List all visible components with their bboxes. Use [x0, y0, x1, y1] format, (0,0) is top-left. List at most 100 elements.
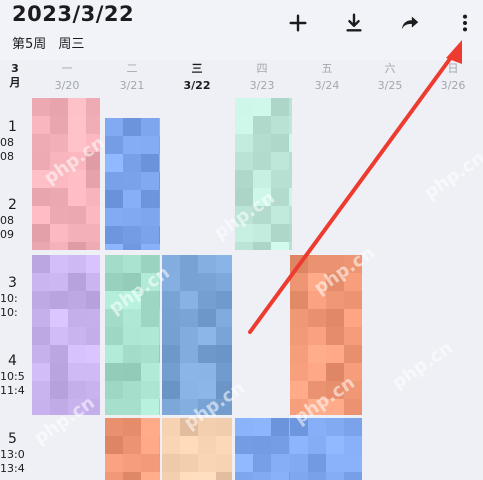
period-end: 10: [0, 306, 18, 319]
mosaic-tile [123, 208, 141, 226]
period-end: 08 [0, 150, 14, 163]
mosaic-tile [50, 206, 68, 224]
mosaic-tile [105, 436, 123, 454]
mosaic-tile [32, 273, 50, 291]
mosaic-tile [253, 152, 271, 170]
day-column-header-sat[interactable]: 六 3/25 [360, 62, 420, 94]
mosaic-tile [141, 309, 159, 327]
mosaic-tile [326, 454, 344, 472]
mosaic-tile [162, 345, 180, 363]
mosaic-tile [180, 436, 198, 454]
day-date: 3/21 [119, 79, 145, 92]
day-column-header-thu[interactable]: 四 3/23 [232, 62, 292, 94]
download-icon[interactable] [341, 10, 367, 36]
mosaic-tile [216, 472, 232, 480]
mosaic-tile [141, 190, 159, 208]
mosaic-tile [50, 381, 68, 399]
mosaic-tile [271, 224, 289, 242]
mosaic-tile [32, 381, 50, 399]
mosaic-tile [50, 255, 68, 273]
mosaic-tile [32, 224, 50, 242]
mosaic-tile [271, 242, 289, 250]
mosaic-tile [68, 206, 86, 224]
mosaic-tile [162, 454, 180, 472]
mosaic-tile [253, 170, 271, 188]
mosaic-tile [289, 224, 292, 242]
mosaic-tile [141, 226, 159, 244]
mosaic-tile [290, 454, 308, 472]
mosaic-tile [235, 454, 253, 472]
mosaic-tile [68, 224, 86, 242]
mosaic-tile [271, 98, 289, 116]
mosaic-tile [289, 116, 292, 134]
mosaic-tile [159, 436, 160, 454]
day-date: 3/22 [183, 79, 211, 92]
mosaic-tile [68, 242, 86, 250]
mosaic-tile [86, 291, 100, 309]
mosaic-tile [198, 255, 216, 273]
mosaic-tile [159, 291, 160, 309]
weekday-name: 三 [191, 62, 203, 75]
mosaic-tile [141, 172, 159, 190]
calendar-header: 2023/3/22 第5周 周三 [0, 0, 483, 60]
day-date: 3/23 [249, 79, 275, 92]
mosaic-tile [162, 381, 180, 399]
mosaic-tile [141, 118, 159, 136]
mosaic-tile [159, 327, 160, 345]
mosaic-tile [105, 418, 123, 436]
mosaic-tile [86, 255, 100, 273]
mosaic-tile [180, 327, 198, 345]
mosaic-tile [290, 472, 308, 480]
mosaic-tile [216, 327, 232, 345]
mosaic-tile [86, 98, 100, 116]
period-start: 13:0 [0, 448, 25, 461]
mosaic-tile [50, 98, 68, 116]
day-column-header-wed[interactable]: 三 3/22 [167, 62, 227, 94]
mosaic-tile [123, 244, 141, 250]
mosaic-tile [159, 309, 160, 327]
day-date: 3/26 [440, 79, 466, 92]
mosaic-tile [289, 152, 292, 170]
mosaic-tile [162, 327, 180, 345]
period-number: 3 [8, 275, 17, 291]
mosaic-tile [141, 327, 159, 345]
mosaic-tile [123, 118, 141, 136]
mosaic-tile [290, 327, 308, 345]
mosaic-tile [159, 418, 160, 436]
month-suffix: 月 [9, 76, 21, 89]
share-icon[interactable] [397, 10, 423, 36]
weekday-label: 周三 [58, 37, 85, 52]
mosaic-tile [326, 309, 344, 327]
day-column-header-sun[interactable]: 日 3/26 [423, 62, 483, 94]
mosaic-tile [32, 242, 50, 250]
mosaic-tile [180, 309, 198, 327]
mosaic-tile [68, 255, 86, 273]
day-column-header-tue[interactable]: 二 3/21 [102, 62, 162, 94]
mosaic-tile [159, 172, 160, 190]
mosaic-tile [86, 309, 100, 327]
mosaic-tile [68, 345, 86, 363]
day-date: 3/20 [54, 79, 80, 92]
mosaic-tile [216, 255, 232, 273]
mosaic-tile [86, 345, 100, 363]
mosaic-tile [180, 363, 198, 381]
mosaic-tile [123, 454, 141, 472]
mosaic-tile [253, 472, 271, 480]
date-title[interactable]: 2023/3/22 [12, 2, 134, 26]
plus-icon[interactable] [285, 10, 311, 36]
day-column-header-mon[interactable]: 一 3/20 [37, 62, 97, 94]
mosaic-tile [141, 154, 159, 172]
mosaic-tile [326, 345, 344, 363]
mosaic-tile [159, 363, 160, 381]
mosaic-tile [105, 244, 123, 250]
mosaic-tile [86, 363, 100, 381]
mosaic-tile [198, 309, 216, 327]
mosaic-tile [289, 134, 292, 152]
more-vertical-icon[interactable] [452, 10, 478, 36]
mosaic-tile [216, 363, 232, 381]
mosaic-tile [326, 436, 344, 454]
mosaic-tile [289, 242, 292, 250]
mosaic-tile [50, 188, 68, 206]
day-column-header-fri[interactable]: 五 3/24 [297, 62, 357, 94]
period-end: 09 [0, 228, 14, 241]
